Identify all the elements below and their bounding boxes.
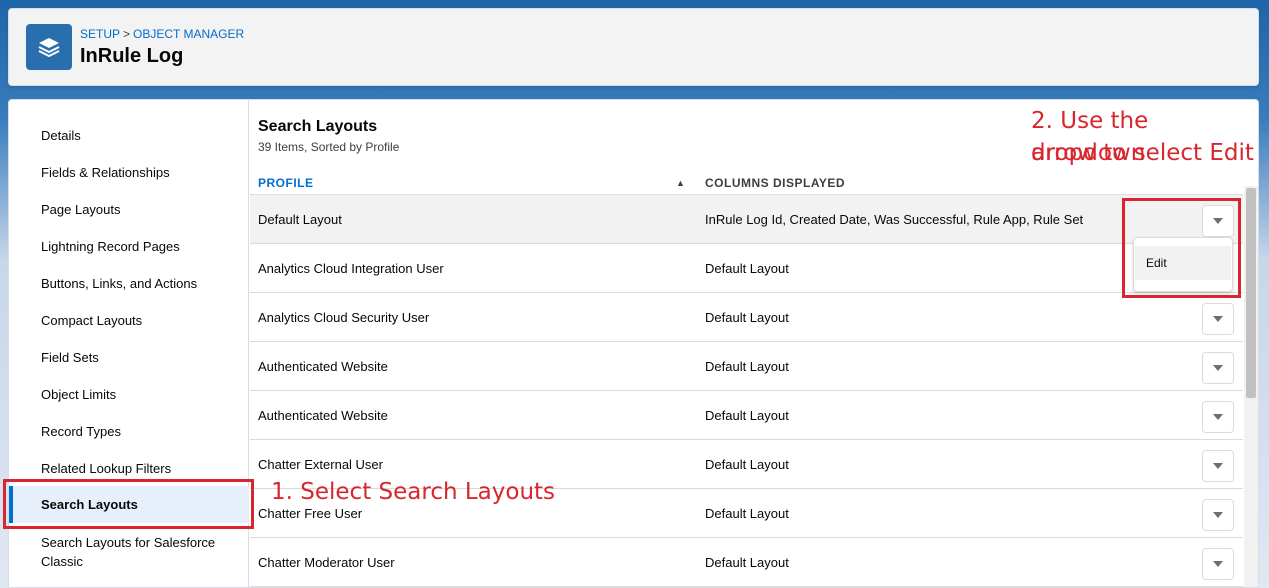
sort-ascending-icon[interactable]: ▲ [676, 178, 685, 188]
section-title: Search Layouts [258, 118, 378, 135]
sidebar-item-search-layouts-classic[interactable]: Search Layouts for Salesforce Classic [9, 532, 229, 574]
highlight-dropdown [1122, 198, 1241, 298]
cell-profile: Analytics Cloud Integration User [258, 261, 444, 276]
cell-profile: Authenticated Website [258, 359, 388, 374]
cell-columns: Default Layout [705, 310, 789, 325]
column-header-profile[interactable]: PROFILE [258, 176, 314, 190]
table-row[interactable]: Analytics Cloud Security User Default La… [250, 293, 1243, 342]
scrollbar-thumb[interactable] [1246, 188, 1256, 398]
chevron-down-icon [1213, 463, 1223, 469]
cell-columns: Default Layout [705, 555, 789, 570]
page-title: InRule Log [80, 45, 184, 67]
table-row[interactable]: Default Layout InRule Log Id, Created Da… [250, 195, 1243, 244]
cell-columns: Default Layout [705, 506, 789, 521]
chevron-down-icon [1213, 561, 1223, 567]
chevron-down-icon [1213, 414, 1223, 420]
row-actions-dropdown-button[interactable] [1202, 499, 1234, 531]
breadcrumb-object-manager[interactable]: OBJECT MANAGER [133, 27, 244, 41]
cell-columns: Default Layout [705, 359, 789, 374]
sidebar-item-page-layouts[interactable]: Page Layouts [9, 191, 249, 228]
table-row[interactable]: Chatter Moderator User Default Layout [250, 538, 1243, 587]
breadcrumb: SETUP > OBJECT MANAGER [80, 27, 244, 41]
row-actions-dropdown-button[interactable] [1202, 548, 1234, 580]
column-header-columns-displayed: COLUMNS DISPLAYED [705, 176, 846, 190]
search-layouts-content: Search Layouts 39 Items, Sorted by Profi… [250, 100, 1258, 587]
cell-profile: Analytics Cloud Security User [258, 310, 430, 325]
chevron-down-icon [1213, 512, 1223, 518]
cell-profile: Authenticated Website [258, 408, 388, 423]
layers-icon [26, 24, 72, 70]
sidebar-item-field-sets[interactable]: Field Sets [9, 339, 249, 376]
cell-columns: Default Layout [705, 261, 789, 276]
breadcrumb-separator: > [123, 27, 131, 41]
cell-columns: InRule Log Id, Created Date, Was Success… [705, 212, 1084, 227]
row-actions-dropdown-button[interactable] [1202, 303, 1234, 335]
cell-profile: Chatter External User [258, 457, 383, 472]
cell-columns: Default Layout [705, 408, 789, 423]
sidebar-item-buttons-links-actions[interactable]: Buttons, Links, and Actions [9, 265, 249, 302]
chevron-down-icon [1213, 365, 1223, 371]
breadcrumb-setup[interactable]: SETUP [80, 27, 120, 41]
annotation-step-2-line-2: arrow to select Edit [1031, 140, 1254, 166]
sidebar-item-record-types[interactable]: Record Types [9, 413, 249, 450]
sidebar-item-object-limits[interactable]: Object Limits [9, 376, 249, 413]
row-actions-dropdown-button[interactable] [1202, 450, 1234, 482]
table-row[interactable]: Authenticated Website Default Layout [250, 342, 1243, 391]
cell-profile: Chatter Free User [258, 506, 363, 521]
sidebar-item-fields-relationships[interactable]: Fields & Relationships [9, 154, 249, 191]
chevron-down-icon [1213, 316, 1223, 322]
row-actions-dropdown-button[interactable] [1202, 352, 1234, 384]
scrollbar[interactable] [1244, 186, 1258, 587]
sidebar-item-compact-layouts[interactable]: Compact Layouts [9, 302, 249, 339]
sidebar-item-details[interactable]: Details [9, 117, 249, 154]
highlight-search-layouts [3, 479, 254, 529]
sidebar-item-lightning-record-pages[interactable]: Lightning Record Pages [9, 228, 249, 265]
table-row[interactable]: Authenticated Website Default Layout [250, 391, 1243, 440]
row-actions-dropdown-button[interactable] [1202, 401, 1234, 433]
cell-columns: Default Layout [705, 457, 789, 472]
annotation-step-1: 1. Select Search Layouts [271, 479, 556, 505]
cell-profile: Chatter Moderator User [258, 555, 395, 570]
section-subtitle: 39 Items, Sorted by Profile [258, 140, 400, 154]
table-row[interactable]: Analytics Cloud Integration User Default… [250, 244, 1243, 293]
cell-profile: Default Layout [258, 212, 342, 227]
object-header: SETUP > OBJECT MANAGER InRule Log [8, 8, 1259, 86]
